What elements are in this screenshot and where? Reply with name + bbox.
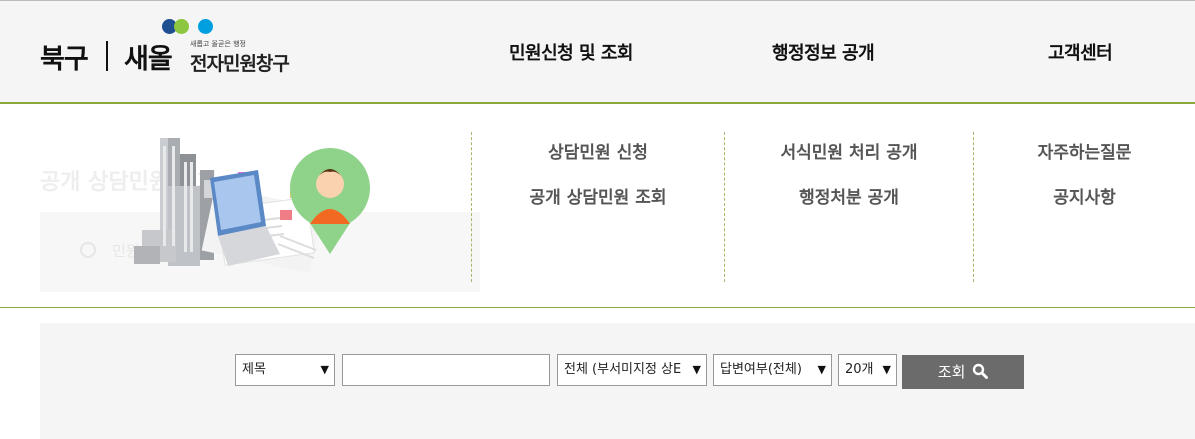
search-button[interactable]: 조회 [902, 355, 1024, 389]
chevron-down-icon: ▼ [690, 355, 701, 385]
search-form: 제목 ▼ 전체 (부서미지정 상E ▼ 답변여부(전체) ▼ 20개 ▼ 조회 [40, 323, 1195, 439]
chevron-down-icon: ▼ [882, 363, 891, 376]
civil-service-illustration [134, 138, 370, 274]
menu-item-notice[interactable]: 공지사항 [974, 183, 1195, 208]
menu-item-form-process[interactable]: 서식민원 처리 공개 [725, 138, 973, 163]
answer-status-select[interactable]: 답변여부(전체) ▼ [713, 354, 832, 386]
menu-item-admin-disposition[interactable]: 행정처분 공개 [725, 183, 973, 208]
search-button-label: 조회 [937, 363, 966, 381]
logo-dots-icon [162, 19, 222, 35]
chevron-down-icon: ▼ [817, 363, 826, 376]
nav-item-civil-application[interactable]: 민원신청 및 조회 [509, 39, 633, 65]
logo-district: 북구 [40, 44, 89, 75]
answer-status-value: 답변여부(전체) [720, 362, 802, 377]
logo-slogan: 새롭고 올곧은 행정 [190, 40, 246, 48]
site-header: 북구 새올 새롭고 올곧은 행정 전자민원창구 민원신청 및 조회 행정정보 공… [0, 0, 1195, 104]
department-select[interactable]: 전체 (부서미지정 상E ▼ [557, 354, 707, 386]
page-size-select[interactable]: 20개 ▼ [838, 354, 897, 386]
menu-item-consult-apply[interactable]: 상담민원 신청 [472, 138, 724, 163]
logo-separator [106, 41, 108, 71]
chevron-down-icon: ▼ [320, 363, 329, 376]
search-icon [972, 363, 989, 379]
menu-column-1: 상담민원 신청 공개 상담민원 조회 [471, 132, 724, 282]
mega-menu-dropdown: 공개 상담민원 조회 민원 상담민원 신청 공개 상담민원 조회 서식민원 처리… [0, 104, 1195, 308]
logo-brand: 새올 [124, 44, 173, 75]
department-value: 전체 (부서미지정 상E [564, 362, 682, 377]
menu-item-public-consult-search[interactable]: 공개 상담민원 조회 [472, 183, 724, 208]
search-field-value: 제목 [242, 362, 266, 377]
search-field-select[interactable]: 제목 ▼ [235, 354, 335, 386]
logo-subtitle: 전자민원창구 [190, 53, 290, 75]
menu-item-faq[interactable]: 자주하는질문 [974, 138, 1195, 163]
search-input[interactable] [342, 354, 550, 386]
nav-item-customer-center[interactable]: 고객센터 [1048, 39, 1113, 65]
menu-column-2: 서식민원 처리 공개 행정처분 공개 [724, 132, 973, 282]
nav-item-admin-info[interactable]: 행정정보 공개 [772, 39, 875, 65]
menu-column-3: 자주하는질문 공지사항 [973, 132, 1195, 282]
page-size-value: 20개 [845, 362, 874, 377]
radio-button[interactable] [80, 242, 96, 258]
